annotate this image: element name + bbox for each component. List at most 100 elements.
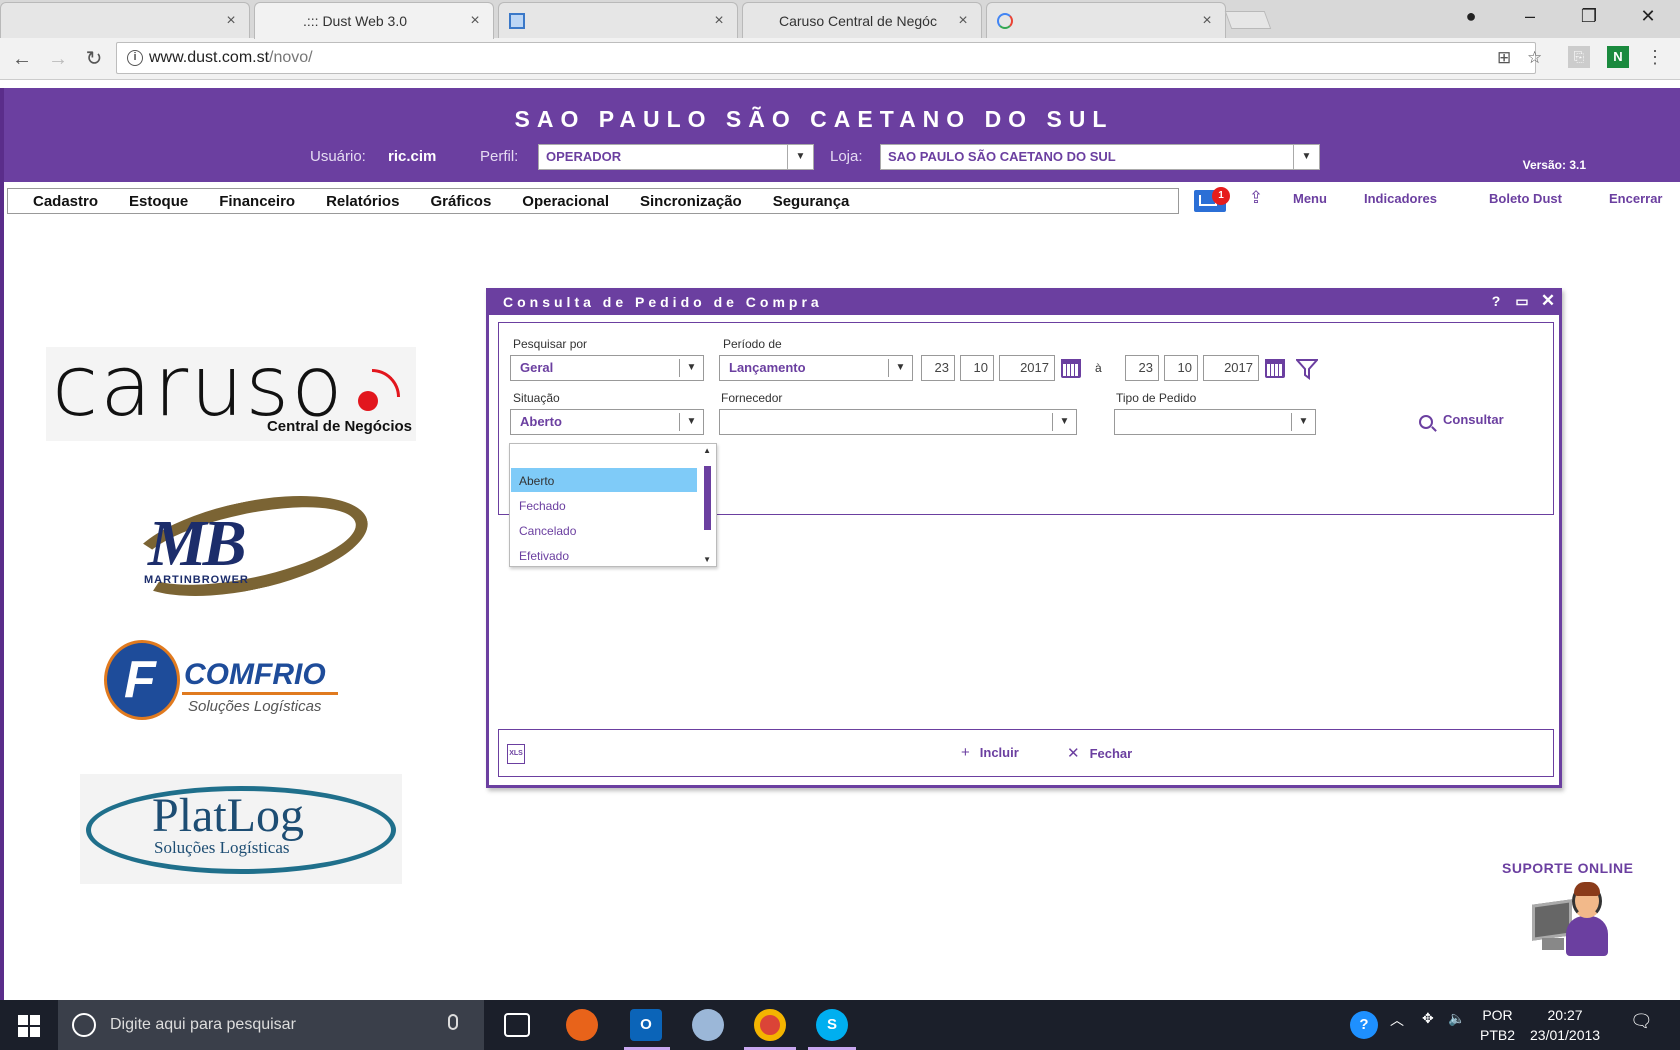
- browser-tab[interactable]: Caruso Central de Negóc ×: [742, 2, 982, 38]
- close-icon[interactable]: ×: [1199, 12, 1215, 30]
- scroll-up-icon[interactable]: ▲: [703, 446, 711, 455]
- firefox-icon[interactable]: [566, 1009, 598, 1041]
- calendar-icon[interactable]: [1264, 356, 1288, 380]
- fornecedor-select[interactable]: ▼: [719, 409, 1077, 435]
- scroll-down-icon[interactable]: ▼: [703, 555, 711, 564]
- new-tab-button[interactable]: [1224, 11, 1272, 29]
- dropbox-icon[interactable]: ✥: [1422, 1010, 1434, 1027]
- forward-icon[interactable]: →: [46, 47, 70, 71]
- close-icon[interactable]: ✕: [1539, 291, 1557, 311]
- skype-icon[interactable]: S: [816, 1009, 848, 1041]
- menu-item-cadastro[interactable]: Cadastro: [33, 193, 98, 210]
- taskbar-clock[interactable]: 20:27 23/01/2013: [1530, 1005, 1600, 1045]
- pesquisar-select[interactable]: Geral ▼: [510, 355, 704, 381]
- loja-select[interactable]: SAO PAULO SÃO CAETANO DO SUL ▼: [880, 144, 1320, 170]
- chevron-down-icon[interactable]: ▼: [679, 359, 703, 377]
- chevron-up-icon[interactable]: ︿: [1390, 1010, 1404, 1030]
- task-view-icon[interactable]: [504, 1013, 530, 1037]
- profile-icon[interactable]: ●: [1456, 6, 1486, 27]
- menu-item-operacional[interactable]: Operacional: [522, 193, 609, 210]
- link-encerrar[interactable]: Encerrar: [1609, 191, 1662, 206]
- situacao-option-aberto[interactable]: Aberto: [511, 468, 697, 492]
- pdf-extension-icon[interactable]: ⎘: [1568, 46, 1590, 68]
- menu-item-graficos[interactable]: Gráficos: [430, 193, 491, 210]
- close-icon[interactable]: ×: [955, 12, 971, 30]
- situacao-select[interactable]: Aberto ▼: [510, 409, 704, 435]
- periodo-select[interactable]: Lançamento ▼: [719, 355, 913, 381]
- address-bar[interactable]: i www.dust.com.st/novo/ ⊞ ☆: [116, 42, 1542, 74]
- situacao-option-fechado[interactable]: Fechado: [511, 493, 697, 517]
- situacao-option-cancelado[interactable]: Cancelado: [511, 518, 697, 542]
- link-boleto-dust[interactable]: Boleto Dust: [1489, 191, 1562, 206]
- browser-tab[interactable]: ×: [0, 2, 250, 38]
- comfrio-logo-subtitle: Soluções Logísticas: [188, 698, 322, 715]
- paint-icon[interactable]: [692, 1009, 724, 1041]
- restore-button[interactable]: ❐: [1574, 6, 1604, 27]
- dropdown-scrollbar-thumb[interactable]: [704, 466, 711, 530]
- menu-item-financeiro[interactable]: Financeiro: [219, 193, 295, 210]
- chevron-down-icon[interactable]: ▼: [888, 359, 912, 377]
- date-from-day[interactable]: 23: [921, 355, 955, 381]
- support-agent-icon[interactable]: [1532, 880, 1612, 956]
- close-icon[interactable]: ×: [467, 12, 483, 30]
- browser-tab-active[interactable]: .::: Dust Web 3.0 ×: [254, 2, 494, 39]
- date-from-year[interactable]: 2017: [999, 355, 1055, 381]
- browser-tab[interactable]: ×: [986, 2, 1226, 38]
- perfil-select[interactable]: OPERADOR ▼: [538, 144, 814, 170]
- chevron-down-icon[interactable]: ▼: [1293, 145, 1319, 169]
- chrome-icon[interactable]: [754, 1009, 786, 1041]
- comfrio-logo-mark: F: [124, 651, 156, 709]
- help-button[interactable]: ?: [1487, 293, 1505, 309]
- back-icon[interactable]: ←: [10, 47, 34, 71]
- pesquisar-select-value: Geral: [520, 360, 554, 375]
- outlook-icon[interactable]: O: [630, 1009, 662, 1041]
- situacao-option-efetivado[interactable]: Efetivado: [511, 543, 697, 567]
- tipo-pedido-select[interactable]: ▼: [1114, 409, 1316, 435]
- close-window-button[interactable]: ✕: [1633, 6, 1663, 27]
- date-to-year[interactable]: 2017: [1203, 355, 1259, 381]
- bookmark-star-icon[interactable]: ☆: [1527, 48, 1542, 68]
- volume-icon[interactable]: 🔈: [1448, 1010, 1465, 1027]
- chevron-down-icon[interactable]: ▼: [1291, 413, 1315, 431]
- tipo-pedido-label: Tipo de Pedido: [1116, 391, 1197, 405]
- chrome-menu-icon[interactable]: ⋮: [1644, 46, 1666, 68]
- calendar-icon[interactable]: [1060, 356, 1084, 380]
- google-icon: [997, 12, 1013, 29]
- language-indicator[interactable]: POR PTB2: [1480, 1005, 1515, 1045]
- translate-icon[interactable]: ⊞: [1497, 48, 1511, 68]
- microphone-icon[interactable]: [448, 1014, 458, 1030]
- chevron-down-icon[interactable]: ▼: [1052, 413, 1076, 431]
- chevron-down-icon[interactable]: ▼: [679, 413, 703, 431]
- link-menu[interactable]: Menu: [1293, 191, 1327, 206]
- chevron-down-icon[interactable]: ▼: [787, 145, 813, 169]
- suporte-online-label[interactable]: SUPORTE ONLINE: [1502, 860, 1633, 876]
- close-icon[interactable]: ×: [223, 12, 239, 30]
- close-icon[interactable]: ×: [711, 12, 727, 30]
- excel-export-icon[interactable]: XLS: [507, 744, 525, 764]
- menu-item-relatorios[interactable]: Relatórios: [326, 193, 399, 210]
- link-indicadores[interactable]: Indicadores: [1364, 191, 1437, 206]
- export-icon[interactable]: ⇪: [1247, 188, 1265, 210]
- reload-icon[interactable]: ↻: [82, 47, 106, 71]
- minimize-button[interactable]: –: [1515, 6, 1545, 27]
- funnel-filter-icon[interactable]: [1296, 358, 1318, 380]
- browser-tab[interactable]: ×: [498, 2, 738, 38]
- help-icon[interactable]: ?: [1350, 1011, 1378, 1039]
- n-extension-icon[interactable]: N: [1607, 46, 1629, 68]
- date-from-month[interactable]: 10: [960, 355, 994, 381]
- notifications-icon[interactable]: 🗨: [1630, 1011, 1653, 1032]
- menu-item-seguranca[interactable]: Segurança: [773, 193, 850, 210]
- windows-start-icon[interactable]: [18, 1015, 40, 1037]
- menu-item-estoque[interactable]: Estoque: [129, 193, 188, 210]
- consultar-button[interactable]: Consultar: [1443, 412, 1504, 427]
- date-to-month[interactable]: 10: [1164, 355, 1198, 381]
- menu-item-sincronizacao[interactable]: Sincronização: [640, 193, 742, 210]
- search-icon[interactable]: [1419, 415, 1433, 429]
- info-icon[interactable]: i: [127, 50, 143, 66]
- page-left-border: [0, 88, 4, 1000]
- fechar-button[interactable]: ✕ Fechar: [1067, 744, 1132, 762]
- taskbar-search-box[interactable]: Digite aqui para pesquisar: [58, 1000, 484, 1050]
- incluir-button[interactable]: + Incluir: [961, 744, 1019, 761]
- maximize-icon[interactable]: ▭: [1513, 293, 1531, 310]
- date-to-day[interactable]: 23: [1125, 355, 1159, 381]
